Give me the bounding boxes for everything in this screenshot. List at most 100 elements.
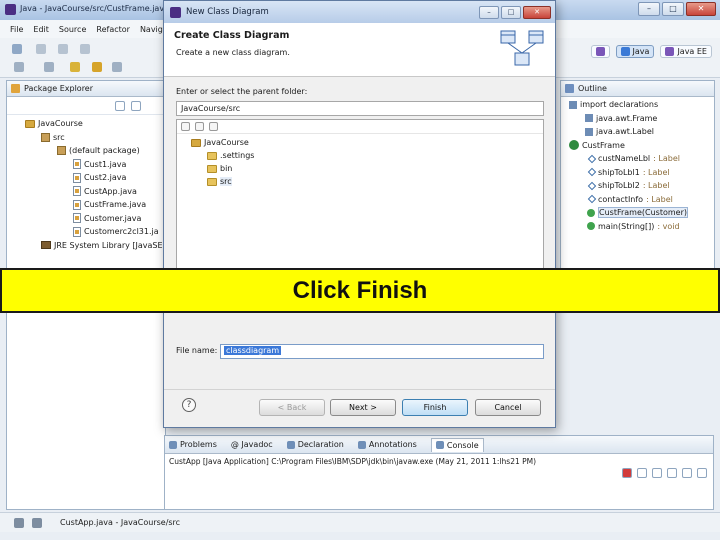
menu-source[interactable]: Source bbox=[59, 25, 86, 34]
outline-item[interactable]: contactInfo: Label bbox=[561, 193, 714, 207]
help-icon[interactable]: ? bbox=[182, 398, 196, 412]
remove-launch-icon[interactable] bbox=[637, 468, 647, 478]
new-class-diagram-dialog: New Class Diagram – □ ✕ Create Class Dia… bbox=[163, 0, 556, 428]
console-icon bbox=[435, 441, 444, 449]
outline-item[interactable]: CustFrame(Customer) bbox=[561, 206, 714, 220]
folder-item[interactable]: bin bbox=[177, 162, 543, 175]
parent-folder-input[interactable]: JavaCourse/src bbox=[176, 101, 544, 116]
file-name-label: File name: bbox=[176, 346, 218, 355]
open-console-icon[interactable] bbox=[697, 468, 707, 478]
tab-console[interactable]: Console bbox=[430, 437, 484, 452]
forward-arrow-icon[interactable] bbox=[209, 122, 218, 131]
home-icon[interactable] bbox=[181, 122, 190, 131]
outline-item[interactable]: main(String[]): void bbox=[561, 220, 714, 234]
tab-problems[interactable]: Problems bbox=[169, 440, 217, 449]
new-icon[interactable] bbox=[12, 44, 22, 54]
tab-javadoc[interactable]: @ Javadoc bbox=[231, 440, 273, 449]
tree-item-jre[interactable]: JRE System Library [JavaSE bbox=[7, 239, 165, 253]
tree-item-label: Customerc2cl31.ja bbox=[84, 227, 159, 237]
method-icon bbox=[587, 222, 595, 231]
dialog-maximize-button[interactable]: □ bbox=[501, 5, 521, 19]
java-icon bbox=[620, 47, 630, 56]
tree-item-file[interactable]: CustFrame.java bbox=[7, 198, 165, 212]
declaration-icon bbox=[286, 440, 295, 449]
console-toolbar bbox=[622, 468, 707, 478]
outline-type: : Label bbox=[642, 167, 670, 177]
package-explorer-tab[interactable]: Package Explorer bbox=[7, 81, 165, 97]
tree-item-file[interactable]: Cust2.java bbox=[7, 171, 165, 185]
collapse-all-icon[interactable] bbox=[115, 101, 125, 111]
back-arrow-icon[interactable] bbox=[195, 122, 204, 131]
outline-tab[interactable]: Outline bbox=[561, 81, 714, 97]
outline-item[interactable]: shipToLbl1: Label bbox=[561, 166, 714, 180]
pin-icon[interactable] bbox=[70, 62, 80, 72]
menu-edit[interactable]: Edit bbox=[33, 25, 49, 34]
finish-button[interactable]: Finish bbox=[402, 399, 468, 416]
back-icon[interactable] bbox=[92, 62, 102, 72]
instruction-callout: Click Finish bbox=[0, 268, 720, 313]
tree-item-file[interactable]: CustApp.java bbox=[7, 185, 165, 199]
next-annotation-icon[interactable] bbox=[44, 62, 54, 72]
scroll-lock-icon[interactable] bbox=[667, 468, 677, 478]
dialog-minimize-button[interactable]: – bbox=[479, 5, 499, 19]
outline-item[interactable]: custNameLbl: Label bbox=[561, 152, 714, 166]
debug-icon[interactable] bbox=[14, 62, 24, 72]
menu-refactor[interactable]: Refactor bbox=[96, 25, 130, 34]
status-bar: CustApp.java - JavaCourse/src bbox=[0, 512, 720, 532]
terminate-icon[interactable] bbox=[622, 468, 632, 478]
open-perspective-button[interactable] bbox=[590, 45, 610, 58]
dialog-header-subtitle: Create a new class diagram. bbox=[176, 48, 290, 57]
java-perspective-button[interactable]: Java bbox=[615, 45, 655, 58]
outline-item[interactable]: java.awt.Label bbox=[561, 125, 714, 139]
outline-item[interactable]: shipToLbl2: Label bbox=[561, 179, 714, 193]
pin-console-icon[interactable] bbox=[682, 468, 692, 478]
library-icon bbox=[41, 241, 51, 250]
tree-item-file[interactable]: Customer.java bbox=[7, 212, 165, 226]
menu-navigate[interactable]: Navig bbox=[140, 25, 163, 34]
maximize-button[interactable]: □ bbox=[662, 2, 684, 16]
back-button[interactable]: < Back bbox=[259, 399, 325, 416]
tab-label: Annotations bbox=[368, 440, 417, 449]
java-file-icon bbox=[73, 226, 81, 237]
folder-tree: JavaCourse .settings bin src bbox=[176, 119, 544, 269]
tree-item-file[interactable]: Cust1.java bbox=[7, 158, 165, 172]
tab-label: Problems bbox=[180, 440, 217, 449]
save-icon[interactable] bbox=[36, 44, 46, 54]
outline-item[interactable]: CustFrame bbox=[561, 139, 714, 153]
outline-item[interactable]: import declarations bbox=[561, 98, 714, 112]
perspective-switcher: Java Java EE bbox=[590, 45, 712, 58]
outline-item[interactable]: java.awt.Frame bbox=[561, 112, 714, 126]
java-file-icon bbox=[73, 213, 81, 224]
java-file-icon bbox=[73, 186, 81, 197]
cancel-button[interactable]: Cancel bbox=[475, 399, 541, 416]
file-name-value: classdiagram bbox=[224, 346, 282, 355]
run-icon[interactable] bbox=[80, 44, 90, 54]
bottom-tabs: Problems @ Javadoc Declaration Annotatio… bbox=[165, 436, 713, 454]
javaee-perspective-button[interactable]: Java EE bbox=[660, 45, 712, 58]
folder-item[interactable]: src bbox=[177, 175, 543, 188]
link-editor-icon[interactable] bbox=[131, 101, 141, 111]
status-icon bbox=[14, 517, 24, 528]
dialog-close-button[interactable]: ✕ bbox=[523, 5, 551, 19]
outline-label: CustFrame bbox=[582, 140, 625, 150]
folder-item[interactable]: JavaCourse bbox=[177, 136, 543, 149]
tree-item-project[interactable]: JavaCourse bbox=[7, 117, 165, 131]
menu-file[interactable]: File bbox=[10, 25, 23, 34]
parent-folder-label: Enter or select the parent folder: bbox=[176, 87, 308, 96]
close-button[interactable]: ✕ bbox=[686, 2, 716, 16]
clear-console-icon[interactable] bbox=[652, 468, 662, 478]
tab-annotations[interactable]: Annotations bbox=[357, 440, 417, 449]
tab-declaration[interactable]: Declaration bbox=[286, 440, 344, 449]
project-icon bbox=[25, 119, 35, 128]
class-icon bbox=[569, 140, 579, 151]
tree-item-file[interactable]: Customerc2cl31.ja bbox=[7, 225, 165, 239]
next-button[interactable]: Next > bbox=[330, 399, 396, 416]
print-icon[interactable] bbox=[58, 44, 68, 54]
tree-item-src[interactable]: src bbox=[7, 131, 165, 145]
java-perspective-label: Java bbox=[632, 47, 650, 56]
tree-item-default-package[interactable]: (default package) bbox=[7, 144, 165, 158]
forward-icon[interactable] bbox=[112, 62, 122, 72]
minimize-button[interactable]: – bbox=[638, 2, 660, 16]
file-name-input[interactable]: classdiagram bbox=[220, 344, 544, 359]
folder-item[interactable]: .settings bbox=[177, 149, 543, 162]
